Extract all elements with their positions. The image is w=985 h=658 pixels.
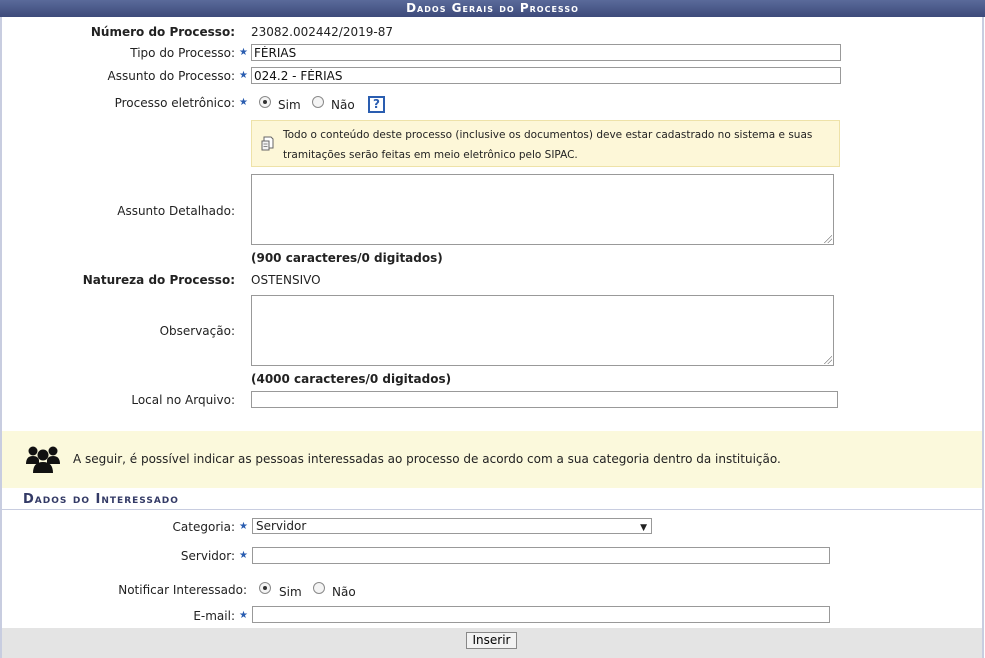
required-star-icon: ★: [239, 97, 248, 108]
notificar-sim-label: Sim: [279, 585, 302, 599]
email-input[interactable]: [252, 606, 830, 623]
eletronico-nao-label: Não: [331, 98, 355, 112]
assunto-detalhado-label: Assunto Detalhado:: [117, 204, 235, 218]
tipo-label: Tipo do Processo:: [130, 46, 235, 60]
resize-grip-icon[interactable]: [824, 356, 832, 364]
email-label: E-mail:: [193, 609, 235, 623]
eletronico-label: Processo eletrônico:: [114, 96, 235, 110]
categoria-selected-value: Servidor: [256, 519, 307, 533]
numero-label: Número do Processo:: [90, 25, 235, 39]
categoria-select[interactable]: Servidor ▼: [252, 518, 652, 534]
natureza-label: Natureza do Processo:: [82, 273, 235, 287]
assunto-detalhado-counter: (900 caracteres/0 digitados): [251, 251, 443, 265]
servidor-input[interactable]: [252, 547, 830, 564]
chevron-down-icon: ▼: [640, 523, 647, 533]
eletronico-nao-radio[interactable]: [312, 96, 324, 108]
eletronico-sim-label: Sim: [278, 98, 301, 112]
observacao-counter: (4000 caracteres/0 digitados): [251, 372, 452, 386]
insert-button[interactable]: Inserir: [466, 632, 517, 649]
tipo-input[interactable]: [251, 44, 841, 61]
notificar-sim-radio[interactable]: [259, 582, 271, 594]
observacao-label: Observação:: [159, 324, 235, 338]
numero-value: 23082.002442/2019-87: [251, 25, 393, 39]
interessados-info: A seguir, é possível indicar as pessoas …: [2, 431, 982, 488]
notificar-label: Notificar Interessado:: [118, 583, 247, 597]
interessado-section-title: Dados do Interessado: [2, 490, 982, 510]
required-star-icon: ★: [239, 47, 248, 58]
assunto-label: Assunto do Processo:: [107, 69, 235, 83]
document-icon: [261, 136, 274, 151]
assunto-input[interactable]: [251, 67, 841, 84]
help-icon[interactable]: ?: [368, 96, 385, 113]
assunto-detalhado-textarea[interactable]: [251, 174, 834, 245]
required-star-icon: ★: [239, 70, 248, 81]
frame-border-right: [982, 17, 984, 658]
notificar-nao-radio[interactable]: [313, 582, 325, 594]
required-star-icon: ★: [239, 550, 248, 561]
notificar-nao-label: Não: [332, 585, 356, 599]
section-header: Dados Gerais do Processo: [0, 0, 985, 17]
required-star-icon: ★: [239, 521, 248, 532]
observacao-textarea[interactable]: [251, 295, 834, 366]
local-label: Local no Arquivo:: [131, 393, 235, 407]
categoria-label: Categoria:: [172, 520, 235, 534]
eletronico-sim-radio[interactable]: [259, 96, 271, 108]
natureza-value: OSTENSIVO: [251, 273, 321, 287]
servidor-label: Servidor:: [180, 549, 235, 563]
resize-grip-icon[interactable]: [824, 235, 832, 243]
eletronico-note: Todo o conteúdo deste processo (inclusiv…: [251, 120, 840, 167]
note-text: Todo o conteúdo deste processo (inclusiv…: [283, 129, 813, 161]
local-input[interactable]: [251, 391, 838, 408]
group-icon: [26, 442, 60, 474]
required-star-icon: ★: [239, 610, 248, 621]
info-text: A seguir, é possível indicar as pessoas …: [73, 452, 781, 466]
